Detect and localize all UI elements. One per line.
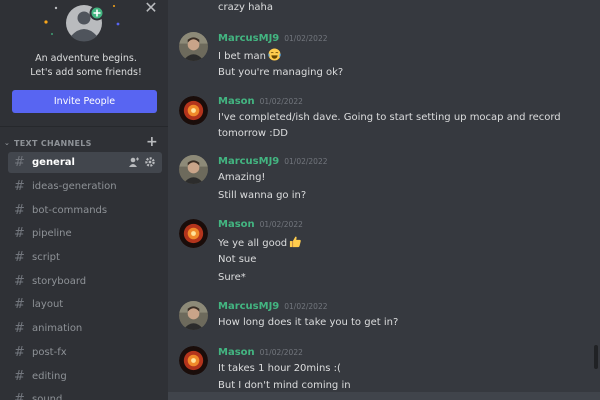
- message-author[interactable]: MarcusMJ9: [218, 301, 279, 312]
- hash-icon: #: [14, 203, 25, 218]
- avatar[interactable]: [179, 32, 208, 61]
- message-header: Mason 01/02/2022: [218, 96, 303, 109]
- close-icon[interactable]: ✕: [144, 0, 158, 16]
- message-text: How long does it take you to get in?: [218, 317, 399, 328]
- thumbs-up-emoji-icon: [290, 236, 301, 248]
- channel-label: pipeline: [32, 228, 72, 239]
- add-member-icon[interactable]: [128, 156, 140, 168]
- channel-pipeline[interactable]: # pipeline: [8, 223, 162, 244]
- avatar[interactable]: [179, 346, 208, 375]
- channel-storyboard[interactable]: # storyboard: [8, 271, 162, 292]
- message-text: Still wanna go in?: [218, 190, 307, 201]
- chevron-down-icon: ⌄: [4, 139, 11, 147]
- avatar[interactable]: [179, 155, 208, 184]
- channel-label: editing: [32, 371, 67, 382]
- channel-layout[interactable]: # layout: [8, 294, 162, 315]
- message-text: I've completed/ish dave. Going to start …: [218, 112, 561, 123]
- hash-icon: #: [14, 345, 25, 360]
- joy-emoji-icon: [268, 48, 281, 61]
- message-text: Amazing!: [218, 172, 266, 183]
- message-timestamp: 01/02/2022: [259, 220, 303, 229]
- category-label: TEXT CHANNELS: [14, 138, 92, 148]
- channel-label: script: [32, 252, 60, 263]
- channel-general[interactable]: # general: [8, 152, 162, 173]
- hash-icon: #: [14, 250, 25, 265]
- message-timestamp: 01/02/2022: [284, 302, 328, 311]
- message-text: Not sue: [218, 254, 257, 265]
- channel-label: ideas-generation: [32, 181, 117, 192]
- hash-icon: #: [14, 274, 25, 289]
- category-text-channels[interactable]: ⌄ TEXT CHANNELS +: [4, 134, 160, 150]
- message-timestamp: 01/02/2022: [259, 97, 303, 106]
- channel-editing[interactable]: # editing: [8, 366, 162, 387]
- plus-icon[interactable]: +: [146, 134, 158, 150]
- message-text: But I don't mind coming in: [218, 380, 351, 391]
- hash-icon: #: [14, 369, 25, 384]
- message-text: But you're managing ok?: [218, 67, 344, 78]
- message-author[interactable]: MarcusMJ9: [218, 156, 279, 167]
- invite-description: An adventure begins. Let's add some frie…: [6, 52, 166, 80]
- invite-people-button[interactable]: Invite People: [12, 90, 157, 113]
- channel-sound[interactable]: # sound: [8, 389, 162, 400]
- channel-label: general: [32, 157, 75, 168]
- message-timestamp: 01/02/2022: [284, 157, 328, 166]
- hash-icon: #: [14, 297, 25, 312]
- channel-label: storyboard: [32, 276, 87, 287]
- avatar[interactable]: [179, 219, 208, 248]
- channel-ideas-generation[interactable]: # ideas-generation: [8, 176, 162, 197]
- message-text: Sure*: [218, 272, 246, 283]
- channel-label: bot-commands: [32, 205, 108, 216]
- message-header: Mason 01/02/2022: [218, 219, 303, 232]
- channel-sidebar: ✕ An adventure begins. Let's add some fr…: [0, 0, 168, 400]
- scrollbar[interactable]: [594, 345, 598, 369]
- channel-label: sound: [32, 394, 63, 400]
- chat-messages: crazy haha MarcusMJ9 01/02/2022 I bet ma…: [168, 0, 600, 400]
- invite-line-2: Let's add some friends!: [30, 67, 142, 78]
- message-text: Ye ye all good: [218, 238, 288, 249]
- hash-icon: #: [14, 179, 25, 194]
- message-line: Ye ye all good: [218, 235, 302, 250]
- message-author[interactable]: Mason: [218, 96, 255, 107]
- channel-post-fx[interactable]: # post-fx: [8, 342, 162, 363]
- invite-line-1: An adventure begins.: [35, 53, 137, 64]
- channel-animation[interactable]: # animation: [8, 318, 162, 339]
- message-author[interactable]: Mason: [218, 347, 255, 358]
- message-author[interactable]: Mason: [218, 219, 255, 230]
- add-friends-illustration: [44, 5, 120, 42]
- message-timestamp: 01/02/2022: [284, 34, 328, 43]
- hash-icon: #: [14, 392, 25, 400]
- message-author[interactable]: MarcusMJ9: [218, 33, 279, 44]
- hash-icon: #: [14, 226, 25, 241]
- sidebar-divider: [0, 126, 168, 127]
- channel-label: layout: [32, 299, 64, 310]
- message-input-bar[interactable]: [168, 392, 600, 400]
- message-text: I bet man: [218, 51, 266, 62]
- hash-icon: #: [14, 155, 25, 170]
- channel-label: post-fx: [32, 347, 67, 358]
- channel-label: animation: [32, 323, 83, 334]
- message-header: MarcusMJ9 01/02/2022: [218, 156, 328, 169]
- message-text: crazy haha: [218, 2, 274, 13]
- avatar[interactable]: [179, 301, 208, 330]
- message-text: It takes 1 hour 20mins :(: [218, 363, 341, 374]
- message-text: tomorrow :DD: [218, 128, 288, 139]
- channel-bot-commands[interactable]: # bot-commands: [8, 200, 162, 221]
- hash-icon: #: [14, 321, 25, 336]
- avatar[interactable]: [179, 96, 208, 125]
- message-line: I bet man: [218, 48, 281, 63]
- channel-script[interactable]: # script: [8, 247, 162, 268]
- message-header: MarcusMJ9 01/02/2022: [218, 33, 328, 46]
- message-timestamp: 01/02/2022: [259, 348, 303, 357]
- message-header: MarcusMJ9 01/02/2022: [218, 301, 328, 314]
- message-header: Mason 01/02/2022: [218, 347, 303, 360]
- gear-icon[interactable]: [144, 156, 156, 168]
